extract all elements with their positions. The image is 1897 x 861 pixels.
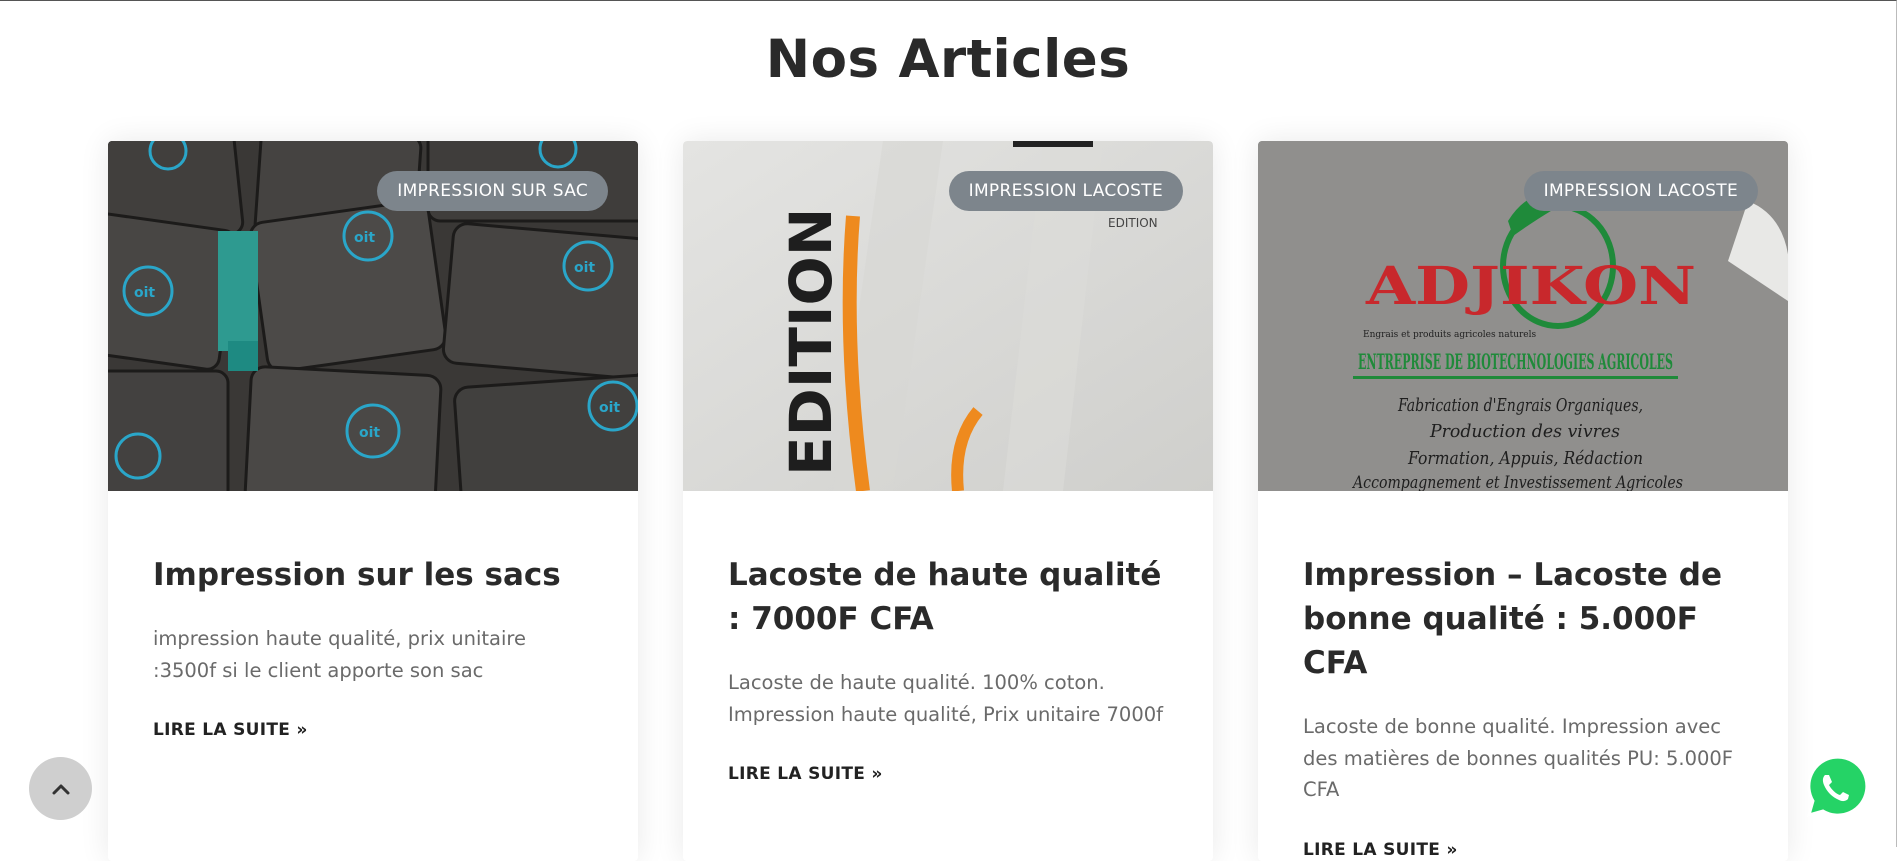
shirt-small-text: EDITION bbox=[1108, 216, 1158, 230]
shirt-print-text: EDITION bbox=[777, 208, 845, 476]
article-title[interactable]: Impression sur les sacs bbox=[153, 553, 593, 597]
shirt-line-3: Formation, Appuis, Rédaction bbox=[1407, 448, 1643, 469]
section-title: Nos Articles bbox=[765, 29, 1131, 90]
article-thumbnail[interactable]: EDITION EDITION IMPRESSION LACOSTE bbox=[683, 141, 1213, 491]
article-title[interactable]: Lacoste de haute qualité : 7000F CFA bbox=[728, 553, 1168, 641]
article-title[interactable]: Impression – Lacoste de bonne qualité : … bbox=[1303, 553, 1743, 685]
svg-text:oit: oit bbox=[134, 285, 155, 301]
scroll-to-top-button[interactable] bbox=[29, 757, 92, 820]
svg-text:oit: oit bbox=[354, 230, 375, 246]
read-more-link[interactable]: LIRE LA SUITE » bbox=[1303, 840, 1458, 860]
article-excerpt: Lacoste de haute qualité. 100% coton. Im… bbox=[728, 671, 1164, 726]
article-excerpt: impression haute qualité, prix unitaire … bbox=[153, 627, 526, 682]
article-card: ADJIKON Engrais et produits agricoles na… bbox=[1258, 141, 1788, 861]
read-more-link[interactable]: LIRE LA SUITE » bbox=[153, 720, 308, 740]
chevron-up-icon bbox=[52, 784, 69, 794]
read-more-link[interactable]: LIRE LA SUITE » bbox=[728, 764, 883, 784]
shirt-line-4: Accompagnement et Investissement Agricol… bbox=[1351, 473, 1683, 491]
article-thumbnail[interactable]: oit oit oit oit oit IMPRESSION SUR SAC bbox=[108, 141, 638, 491]
category-badge[interactable]: IMPRESSION LACOSTE bbox=[1523, 171, 1758, 211]
category-badge[interactable]: IMPRESSION SUR SAC bbox=[377, 171, 608, 211]
svg-text:oit: oit bbox=[574, 260, 595, 276]
article-card: EDITION EDITION IMPRESSION LACOSTE Lacos… bbox=[683, 141, 1213, 861]
article-excerpt: Lacoste de bonne qualité. Impression ave… bbox=[1303, 715, 1733, 801]
whatsapp-button[interactable] bbox=[1801, 753, 1869, 821]
article-card: oit oit oit oit oit IMPRESSION SUR SAC I… bbox=[108, 141, 638, 861]
logo-text: ADJIKON bbox=[1365, 256, 1696, 317]
category-badge[interactable]: IMPRESSION LACOSTE bbox=[948, 171, 1183, 211]
svg-text:oit: oit bbox=[359, 425, 380, 441]
company-text: ENTREPRISE DE BIOTECHNOLOGIES AGRICOLES bbox=[1358, 349, 1673, 374]
shirt-line-1: Fabrication d'Engrais Organiques, bbox=[1397, 395, 1643, 416]
whatsapp-icon bbox=[1806, 755, 1869, 818]
svg-text:oit: oit bbox=[599, 400, 620, 416]
logo-subtext: Engrais et produits agricoles naturels bbox=[1363, 330, 1537, 340]
article-thumbnail[interactable]: ADJIKON Engrais et produits agricoles na… bbox=[1258, 141, 1788, 491]
shirt-line-2: Production des vivres bbox=[1429, 421, 1620, 442]
